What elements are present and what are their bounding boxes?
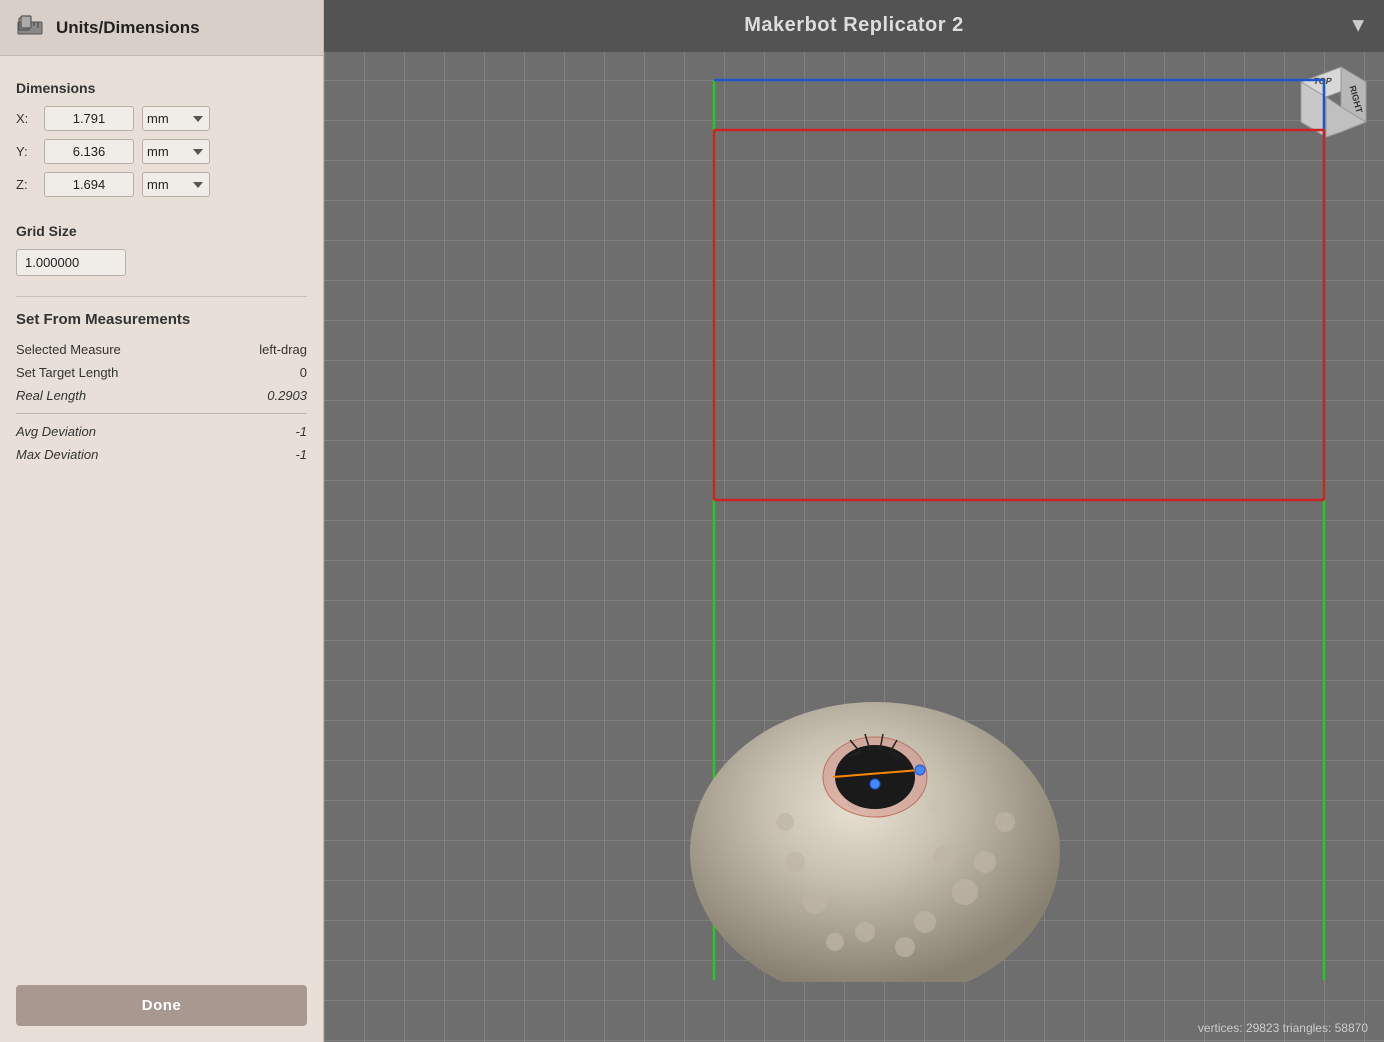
max-deviation-row: Max Deviation -1 [16, 447, 307, 462]
real-length-row: Real Length 0.2903 [16, 388, 307, 403]
divider [16, 413, 307, 414]
selected-measure-row: Selected Measure left-drag [16, 342, 307, 357]
set-from-section: Set From Measurements Selected Measure l… [16, 296, 307, 470]
max-deviation-value: -1 [295, 447, 307, 462]
set-target-value: 0 [300, 365, 307, 380]
selected-measure-value: left-drag [259, 342, 307, 357]
grid-size-section: Grid Size [16, 213, 307, 276]
grid-size-label: Grid Size [16, 223, 307, 239]
printer-dropdown-arrow[interactable]: ▼ [1348, 14, 1368, 37]
grid-size-input[interactable] [16, 249, 126, 276]
set-target-label: Set Target Length [16, 365, 118, 380]
printer-title: Makerbot Replicator 2 [744, 14, 963, 37]
panel-header: Units/Dimensions [0, 0, 323, 56]
viewport-background [324, 0, 1384, 1042]
ruler-icon [14, 12, 46, 44]
x-unit-select[interactable]: mmcmin [142, 106, 210, 131]
set-from-title: Set From Measurements [16, 311, 307, 328]
panel-title: Units/Dimensions [56, 18, 200, 38]
x-label: X: [16, 111, 36, 126]
svg-text:TOP: TOP [1313, 76, 1333, 86]
x-input[interactable] [44, 106, 134, 131]
real-length-value: 0.2903 [267, 388, 307, 403]
z-input[interactable] [44, 172, 134, 197]
x-dimension-row: X: mmcmin [16, 106, 307, 131]
selected-measure-label: Selected Measure [16, 342, 121, 357]
z-dimension-row: Z: mmcmin [16, 172, 307, 197]
vertex-info: vertices: 29823 triangles: 58870 [1198, 1021, 1368, 1035]
max-deviation-label: Max Deviation [16, 447, 98, 462]
top-bar: Makerbot Replicator 2 ▼ [324, 0, 1384, 52]
y-unit-select[interactable]: mmcmin [142, 139, 210, 164]
done-button[interactable]: Done [16, 985, 307, 1026]
set-target-row: Set Target Length 0 [16, 365, 307, 380]
left-panel: Units/Dimensions Dimensions X: mmcmin Y:… [0, 0, 324, 1042]
viewport: Makerbot Replicator 2 ▼ TOP RIGHT [324, 0, 1384, 1042]
real-length-label: Real Length [16, 388, 86, 403]
z-label: Z: [16, 177, 36, 192]
y-label: Y: [16, 144, 36, 159]
avg-deviation-row: Avg Deviation -1 [16, 424, 307, 439]
nav-cube[interactable]: TOP RIGHT [1286, 62, 1366, 142]
y-dimension-row: Y: mmcmin [16, 139, 307, 164]
dimensions-label: Dimensions [16, 80, 307, 96]
status-bar: vertices: 29823 triangles: 58870 [324, 1014, 1384, 1042]
nav-cube-svg: TOP RIGHT [1286, 62, 1376, 152]
panel-body: Dimensions X: mmcmin Y: mmcmin Z: mmcmin… [0, 56, 323, 965]
z-unit-select[interactable]: mmcmin [142, 172, 210, 197]
y-input[interactable] [44, 139, 134, 164]
avg-deviation-label: Avg Deviation [16, 424, 96, 439]
avg-deviation-value: -1 [295, 424, 307, 439]
